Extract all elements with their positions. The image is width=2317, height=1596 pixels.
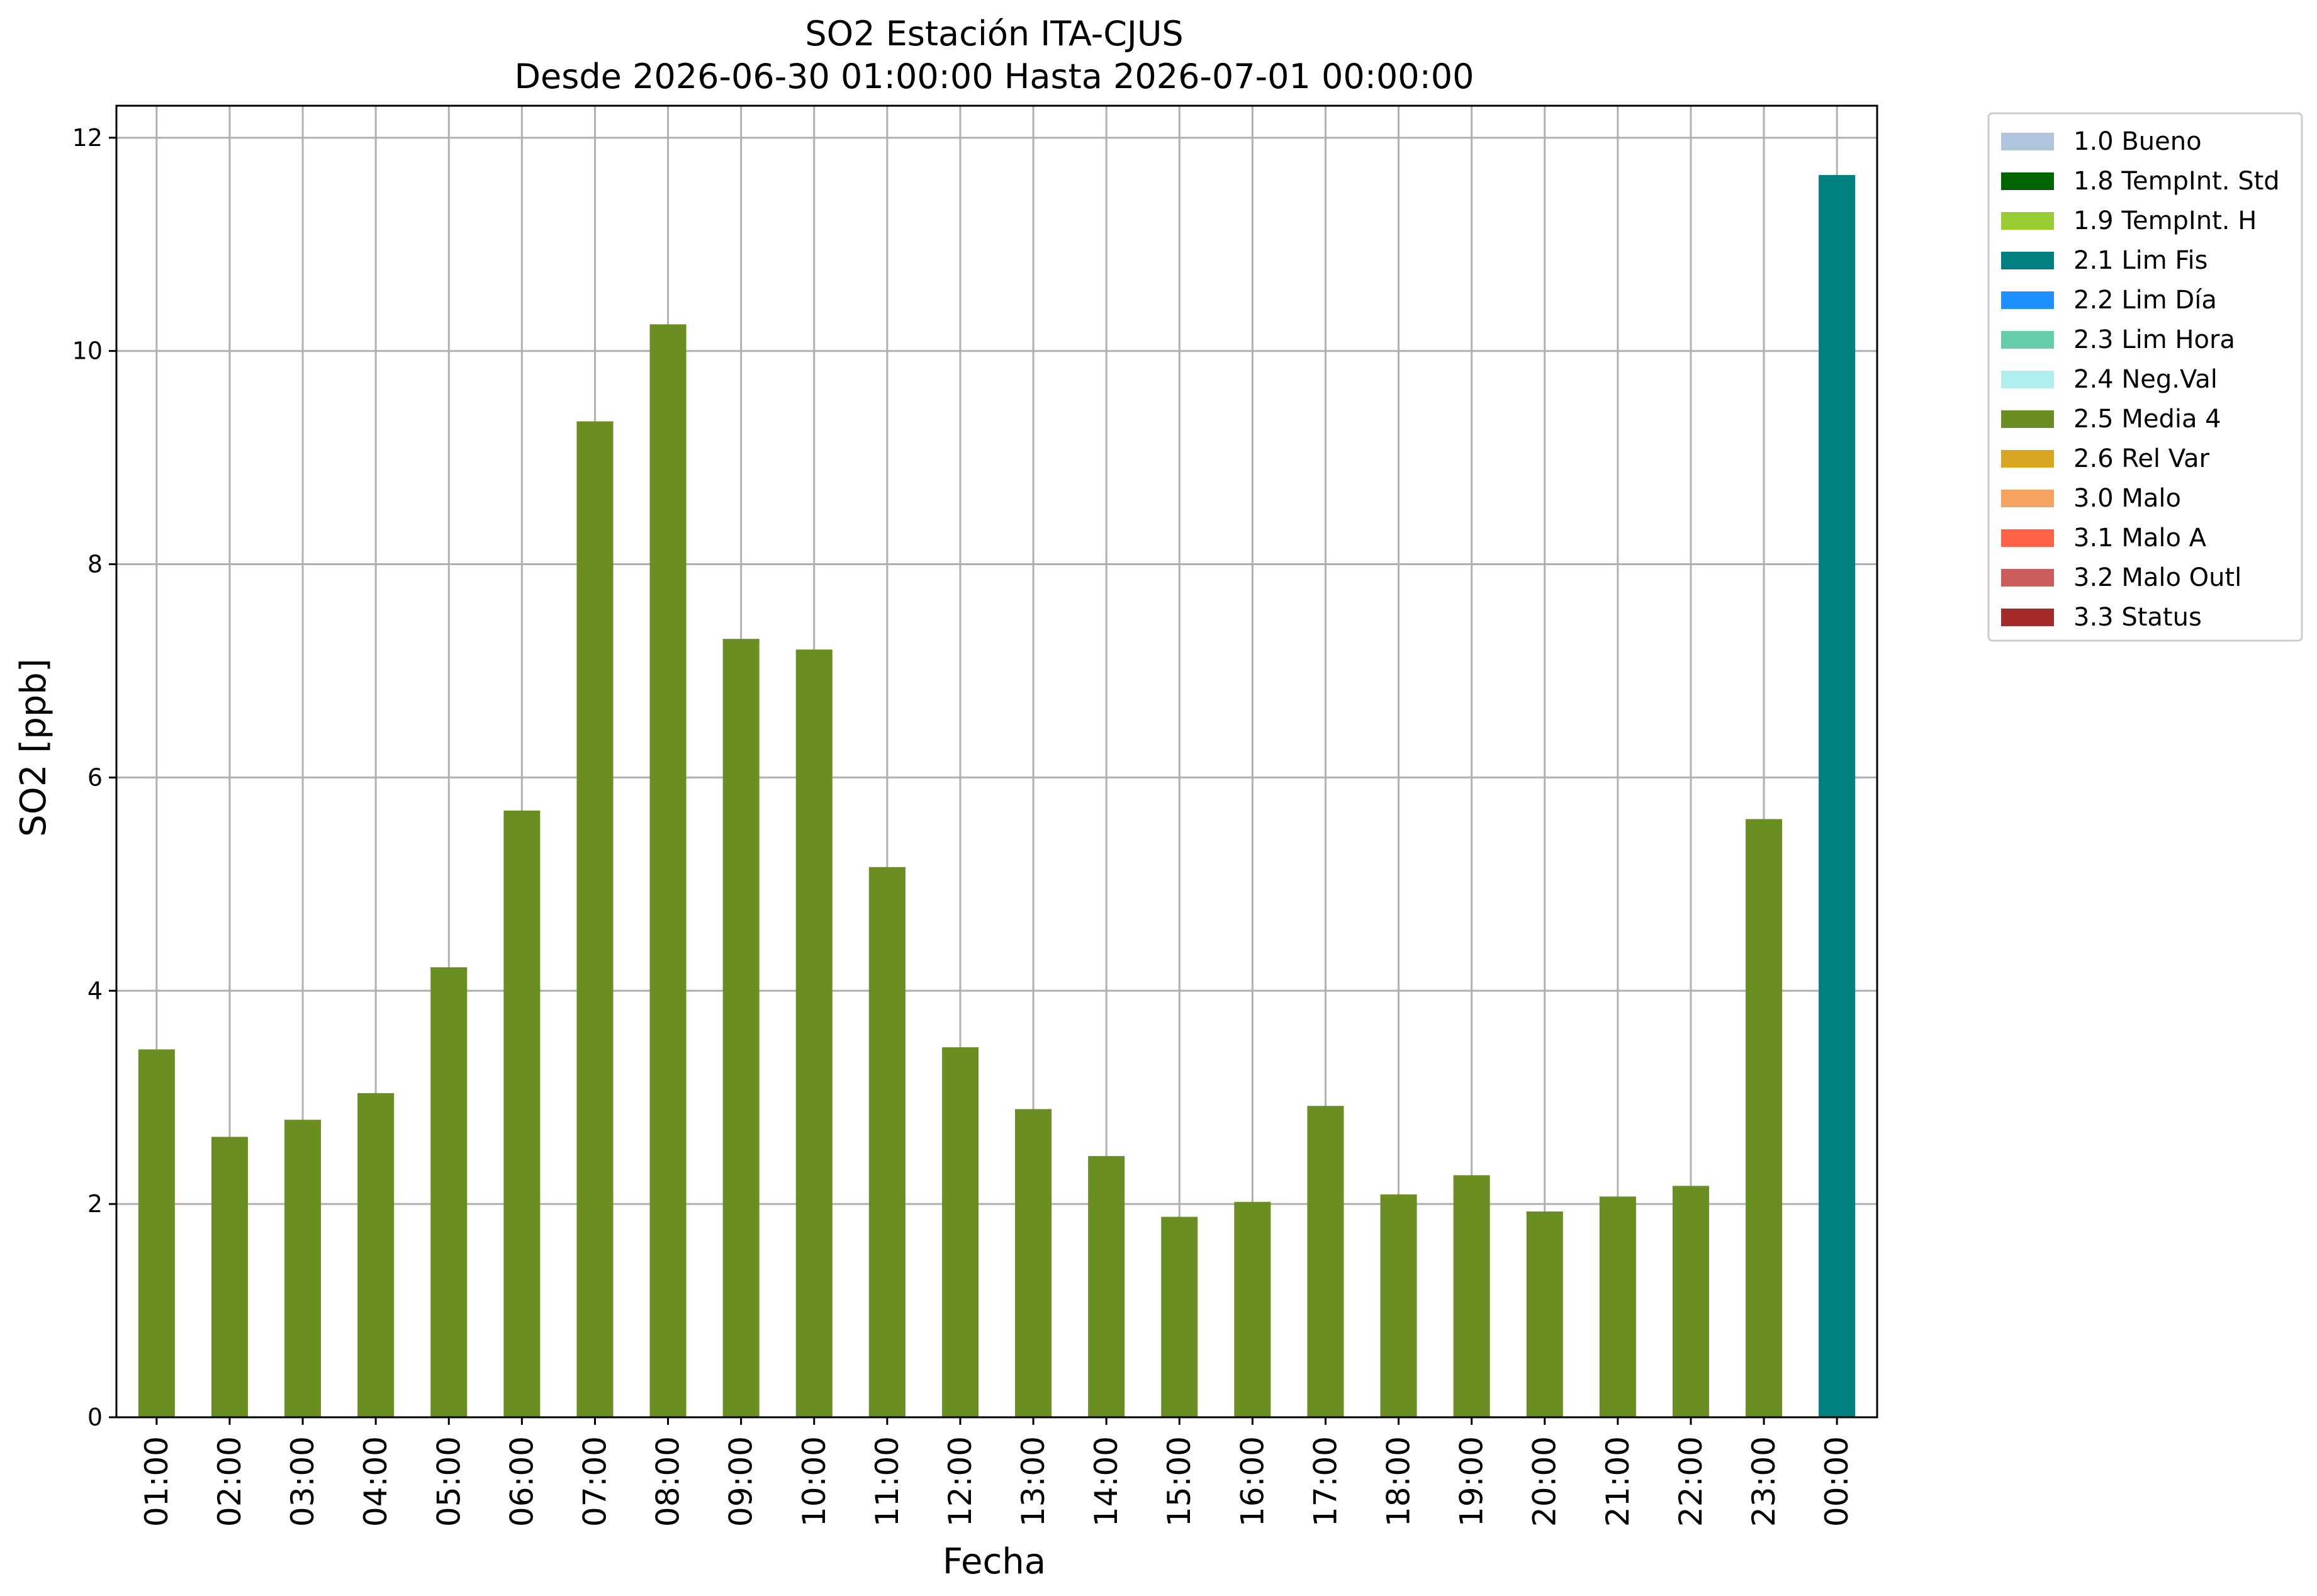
legend-label: 2.2 Lim Día [2073,286,2217,315]
chart-subtitle: Desde 2026-06-30 01:00:00 Hasta 2026-07-… [514,57,1474,96]
x-tick-label: 04:00 [357,1436,394,1527]
bar-1400 [1088,1155,1125,1417]
legend-swatch [2001,450,2054,468]
legend-swatch [2001,410,2054,428]
x-tick-label: 12:00 [942,1436,979,1527]
chart-title: SO2 Estación ITA-CJUS [805,14,1183,53]
legend-swatch [2001,569,2054,587]
bar-1800 [1380,1194,1417,1417]
bar-2100 [1599,1196,1636,1417]
y-tick-label: 10 [72,337,103,365]
legend-label: 2.3 Lim Hora [2073,325,2235,354]
legend-swatch [2001,331,2054,349]
x-tick-label: 20:00 [1527,1436,1563,1527]
bar-0400 [357,1093,395,1417]
legend-label: 1.0 Bueno [2073,127,2202,156]
chart-background [0,0,2317,1596]
legend-swatch [2001,133,2054,150]
legend-swatch [2001,490,2054,507]
x-tick-label: 00:00 [1819,1436,1855,1527]
y-axis-label: SO2 [ppb] [13,658,54,836]
bar-0600 [503,810,541,1417]
y-tick-label: 0 [87,1403,103,1431]
x-tick-label: 01:00 [138,1436,175,1527]
legend-label: 3.1 Malo A [2073,524,2207,553]
legend-swatch [2001,212,2054,230]
legend-swatch [2001,291,2054,309]
bar-2300 [1746,819,1783,1417]
bar-1200 [941,1047,979,1417]
bar-0000 [1819,175,1856,1417]
legend-swatch [2001,529,2054,547]
legend-label: 1.9 TempInt. H [2073,206,2257,235]
x-tick-label: 23:00 [1746,1436,1782,1527]
x-tick-label: 18:00 [1381,1436,1417,1527]
legend-label: 3.0 Malo [2073,484,2181,513]
x-tick-label: 07:00 [576,1436,613,1527]
y-tick-label: 12 [72,124,103,152]
bar-1100 [868,867,906,1417]
bar-0200 [211,1137,248,1417]
x-tick-label: 06:00 [503,1436,540,1527]
x-tick-label: 13:00 [1015,1436,1052,1527]
bar-1300 [1015,1109,1052,1417]
bar-1000 [795,649,833,1417]
bar-2200 [1672,1186,1709,1417]
x-tick-label: 08:00 [650,1436,687,1527]
legend-swatch [2001,609,2054,626]
so2-bar-chart: SO2 Estación ITA-CJUS Desde 2026-06-30 0… [0,0,2317,1596]
legend-label: 2.4 Neg.Val [2073,365,2218,394]
x-tick-label: 21:00 [1600,1436,1636,1527]
bar-0700 [576,421,614,1418]
bar-0900 [722,639,760,1417]
bar-0800 [649,324,687,1418]
x-tick-label: 22:00 [1673,1436,1709,1527]
bar-1500 [1161,1217,1198,1417]
legend-label: 3.2 Malo Outl [2073,563,2241,592]
bar-1600 [1234,1201,1271,1417]
bar-0100 [138,1049,175,1417]
bar-0300 [284,1120,322,1417]
x-tick-label: 09:00 [723,1436,760,1527]
y-tick-label: 8 [87,551,103,578]
y-tick-label: 2 [87,1190,103,1218]
x-tick-label: 02:00 [211,1436,248,1527]
x-tick-label: 17:00 [1307,1436,1344,1527]
legend-label: 2.6 Rel Var [2073,444,2210,473]
bar-1900 [1453,1175,1490,1417]
legend-label: 1.8 TempInt. Std [2073,167,2280,196]
y-tick-label: 6 [87,763,103,791]
legend-swatch [2001,371,2054,388]
bar-1700 [1307,1106,1344,1417]
x-tick-label: 15:00 [1161,1436,1198,1527]
x-tick-label: 03:00 [284,1436,321,1527]
x-tick-label: 11:00 [869,1436,906,1527]
legend-swatch [2001,252,2054,269]
bar-2000 [1526,1211,1563,1417]
legend: 1.0 Bueno 1.8 TempInt. Std 1.9 TempInt. H 2… [1987,112,2303,642]
legend-label: 2.1 Lim Fis [2073,246,2208,275]
x-tick-label: 16:00 [1234,1436,1271,1527]
legend-label: 2.5 Media 4 [2073,405,2221,434]
bar-0500 [430,967,468,1417]
x-tick-label: 14:00 [1088,1436,1125,1527]
x-tick-label: 05:00 [430,1436,467,1527]
x-axis-label: Fecha [943,1541,1046,1582]
y-tick-label: 4 [87,977,103,1004]
legend-label: 3.3 Status [2073,603,2202,632]
x-tick-label: 10:00 [796,1436,833,1527]
x-tick-label: 19:00 [1454,1436,1490,1527]
legend-swatch [2001,172,2054,190]
